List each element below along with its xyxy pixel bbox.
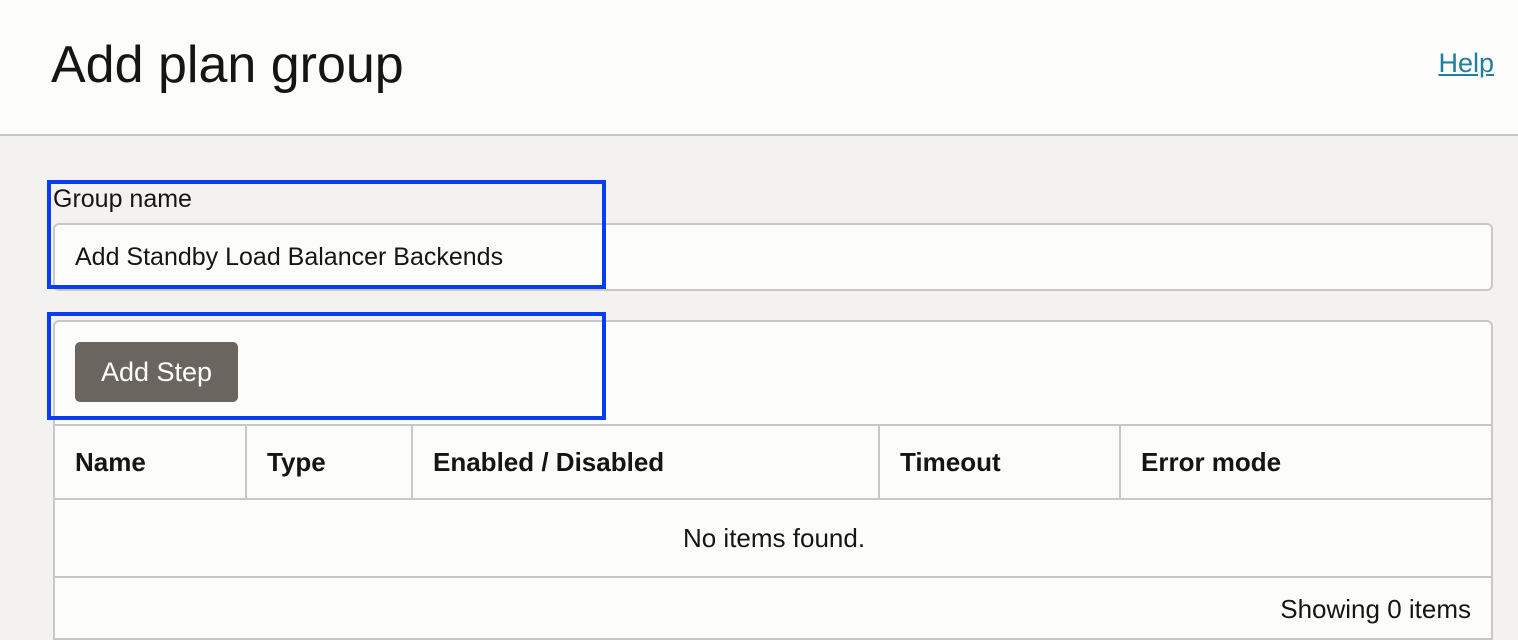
column-header-type[interactable]: Type [246, 424, 413, 500]
steps-panel: Add Step Name Type Enabled / Disabled Ti… [53, 320, 1493, 640]
table-header-row: Name Type Enabled / Disabled Timeout Err… [55, 424, 1491, 500]
help-link[interactable]: Help [1438, 48, 1494, 79]
group-name-input[interactable] [53, 223, 1493, 291]
page-title: Add plan group [51, 36, 404, 94]
column-header-timeout[interactable]: Timeout [879, 424, 1121, 500]
column-header-error-mode[interactable]: Error mode [1120, 424, 1491, 500]
steps-table: Name Type Enabled / Disabled Timeout Err… [55, 424, 1491, 578]
item-count: Showing 0 items [1280, 594, 1471, 624]
table-row: No items found. [55, 499, 1491, 578]
add-step-button[interactable]: Add Step [75, 342, 238, 402]
empty-message: No items found. [55, 499, 1491, 578]
column-header-enabled-disabled[interactable]: Enabled / Disabled [412, 424, 880, 500]
column-header-name[interactable]: Name [55, 424, 247, 500]
group-name-label: Group name [53, 185, 192, 213]
page-header: Add plan group Help [0, 0, 1518, 136]
